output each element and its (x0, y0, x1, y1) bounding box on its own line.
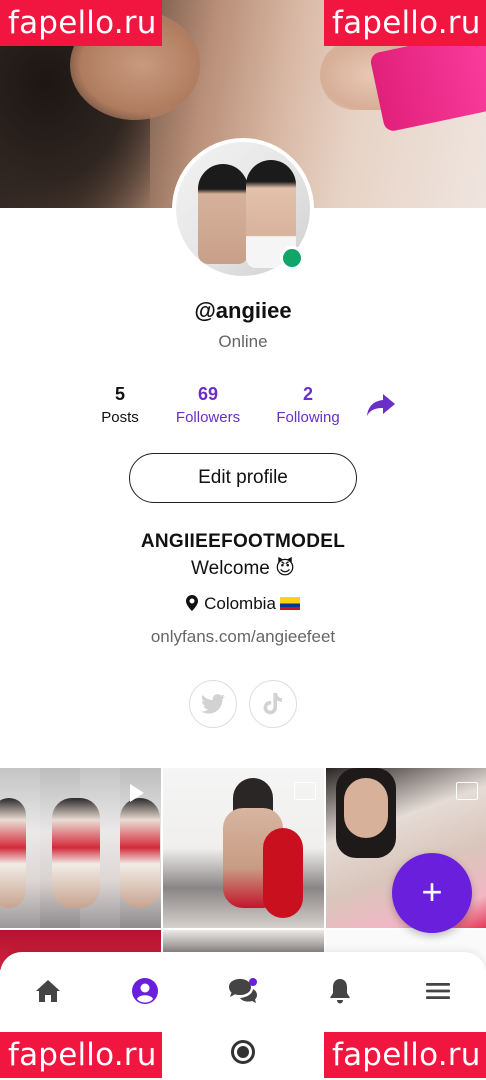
share-icon[interactable] (366, 392, 396, 418)
location: Colombia (0, 594, 486, 614)
image-icon (456, 782, 478, 800)
online-indicator (280, 246, 304, 270)
tiktok-icon[interactable] (249, 680, 297, 728)
online-status: Online (218, 332, 268, 351)
colombia-flag-icon (279, 597, 300, 610)
followers-count: 69 (197, 384, 219, 404)
bottom-navigation (0, 952, 486, 1032)
bio: Welcome 😈 (191, 558, 295, 579)
image-icon (294, 782, 316, 800)
posts-label: Posts (101, 409, 139, 426)
video-icon (130, 784, 144, 802)
profile-icon[interactable] (128, 974, 162, 1008)
watermark-top-right: fapello.ru (324, 0, 486, 46)
following-count: 2 (302, 384, 313, 404)
username: @angiiee (194, 298, 292, 323)
location-text: Colombia (204, 594, 276, 613)
stat-posts[interactable]: 5 Posts (90, 383, 150, 427)
posts-count: 5 (114, 384, 125, 404)
watermark-top-left: fapello.ru (0, 0, 162, 46)
watermark-bottom-right: fapello.ru (324, 1032, 486, 1078)
media-tile-1[interactable] (0, 768, 161, 928)
watermark-bottom-left: fapello.ru (0, 1032, 162, 1078)
notifications-icon[interactable] (323, 974, 357, 1008)
system-home-button[interactable] (231, 1040, 255, 1064)
display-name: ANGIIEEFOOTMODEL (140, 531, 346, 552)
add-post-button[interactable]: + (392, 853, 472, 933)
menu-icon[interactable] (421, 974, 455, 1008)
media-tile-2[interactable] (163, 768, 324, 928)
edit-profile-button[interactable]: Edit profile (129, 453, 357, 503)
profile-link[interactable]: onlyfans.com/angieefeet (0, 627, 486, 647)
stat-following[interactable]: 2 Following (268, 383, 348, 427)
stat-followers[interactable]: 69 Followers (168, 383, 248, 427)
home-icon[interactable] (31, 974, 65, 1008)
location-pin-icon (186, 595, 199, 611)
twitter-icon[interactable] (189, 680, 237, 728)
followers-label: Followers (175, 409, 241, 426)
messages-icon[interactable] (226, 974, 260, 1008)
following-label: Following (276, 409, 340, 426)
